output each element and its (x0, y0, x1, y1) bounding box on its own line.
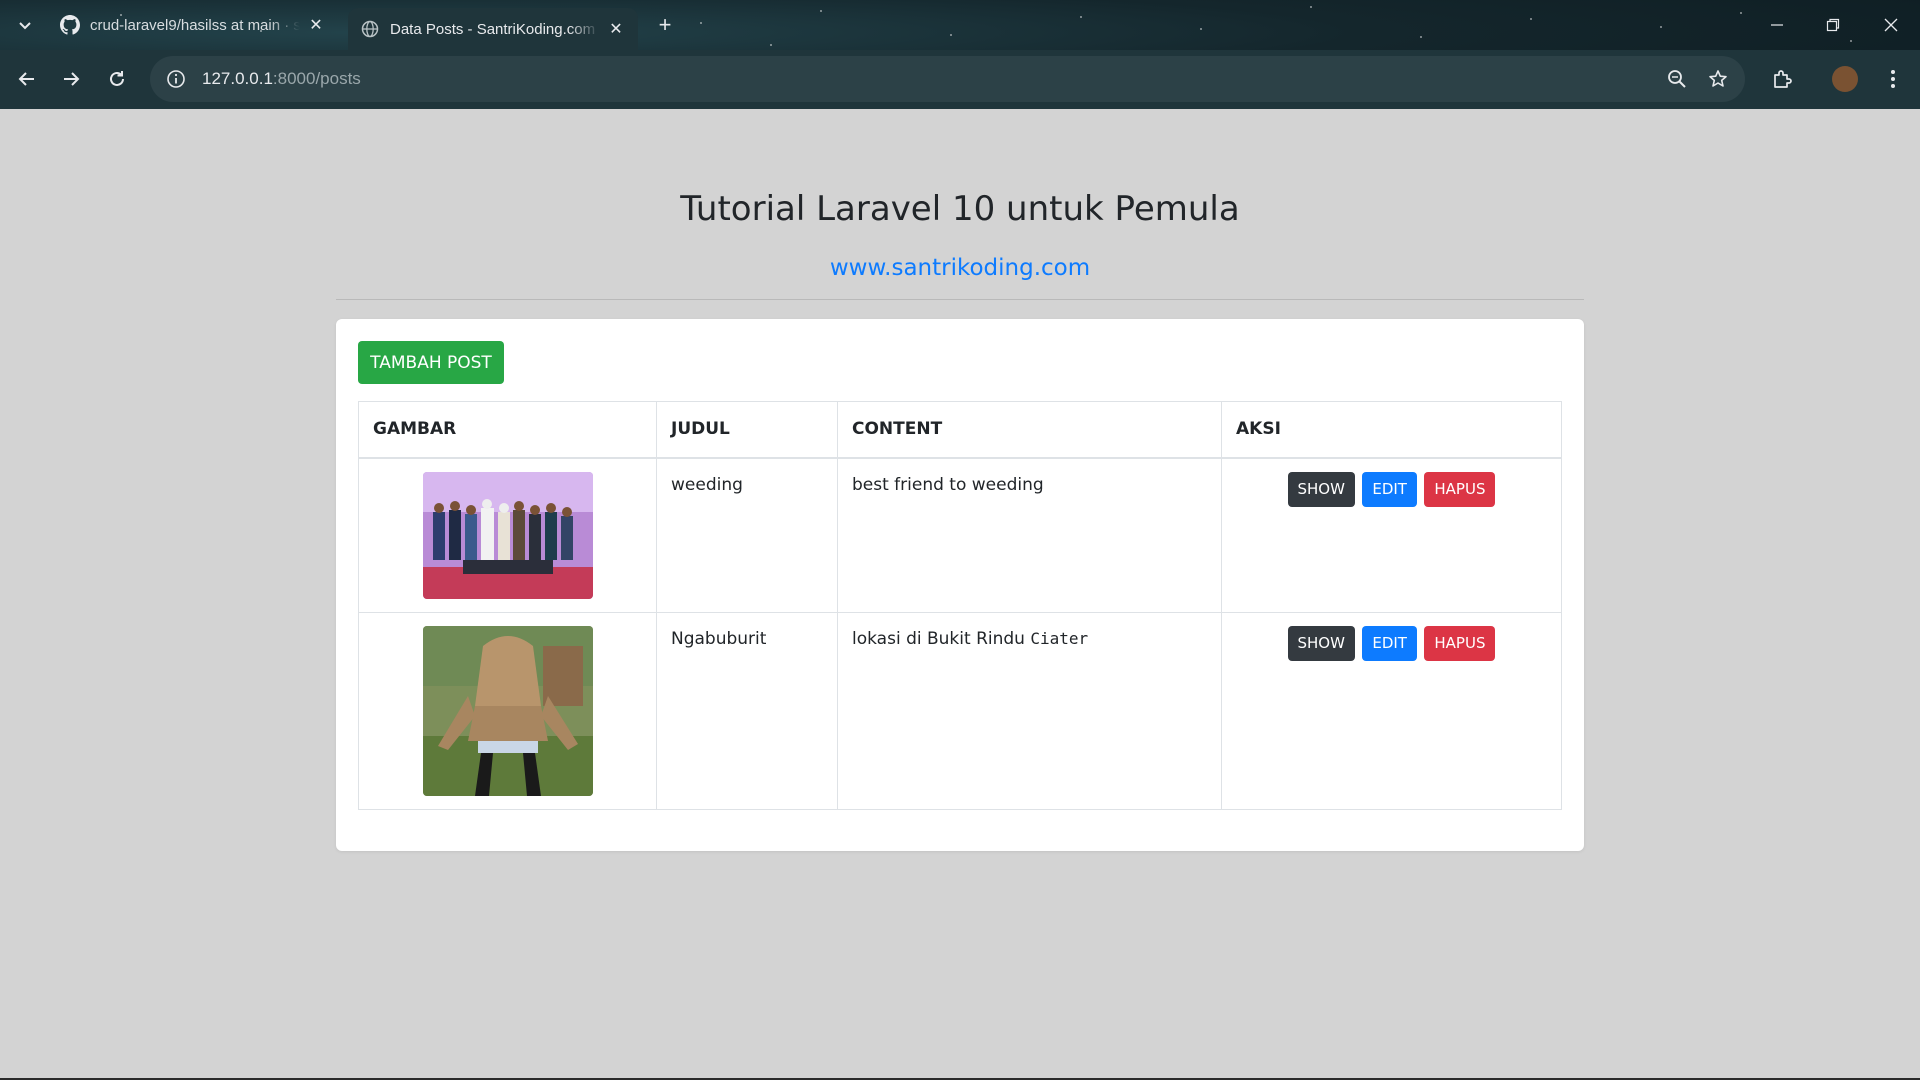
close-icon[interactable]: ✕ (606, 19, 626, 39)
column-header-aksi: AKSI (1221, 401, 1562, 459)
column-header-content: CONTENT (837, 401, 1222, 459)
column-header-gambar: GAMBAR (358, 401, 657, 459)
add-post-button[interactable]: TAMBAH POST (358, 341, 504, 384)
browser-chrome: crud-laravel9/hasilss at main · s ✕ Data… (0, 0, 1920, 109)
close-icon (1884, 18, 1898, 32)
restore-icon (1826, 18, 1840, 32)
post-image (422, 471, 593, 599)
judul-cell: Ngabuburit (656, 611, 838, 810)
posts-table: GAMBAR JUDUL CONTENT AKSI weeding best f… (358, 401, 1562, 810)
column-header-judul: JUDUL (656, 401, 838, 459)
plus-icon: + (658, 12, 672, 37)
arrow-left-icon (18, 72, 34, 86)
content-code: Ciater (1030, 628, 1089, 648)
puzzle-icon (1774, 70, 1792, 88)
page-content: Tutorial Laravel 10 untuk Pemula www.san… (0, 109, 1920, 1080)
posts-card: TAMBAH POST GAMBAR JUDUL CONTENT AKSI we… (336, 319, 1584, 851)
tab-github[interactable]: crud-laravel9/hasilss at main · s ✕ (48, 8, 338, 42)
actions-cell: SHOW EDIT HAPUS (1221, 457, 1562, 613)
forward-button[interactable] (56, 64, 86, 94)
content-text: lokasi di Bukit Rindu (852, 628, 1031, 649)
restore-button[interactable] (1816, 10, 1850, 40)
show-button[interactable]: SHOW (1287, 471, 1355, 507)
menu-button[interactable] (1878, 64, 1908, 94)
tab-data-posts[interactable]: Data Posts - SantriKoding.com ✕ (348, 8, 638, 50)
content-cell: lokasi di Bukit Rindu Ciater (837, 611, 1222, 810)
bookmark-star-icon[interactable] (1706, 67, 1730, 91)
post-image (422, 625, 593, 796)
tab-title: crud-laravel9/hasilss at main · s (90, 16, 300, 34)
url-text: 127.0.0.1:8000/posts (202, 69, 361, 89)
table-header-row: GAMBAR JUDUL CONTENT AKSI (358, 401, 1562, 459)
content-cell: best friend to weeding (837, 457, 1222, 613)
zoom-icon[interactable] (1665, 67, 1689, 91)
actions-cell: SHOW EDIT HAPUS (1221, 611, 1562, 810)
edit-button[interactable]: EDIT (1362, 625, 1417, 661)
judul-cell: weeding (656, 457, 838, 613)
tab-strip: crud-laravel9/hasilss at main · s ✕ Data… (0, 0, 1920, 50)
address-bar[interactable]: 127.0.0.1:8000/posts (150, 56, 1745, 102)
table-row: weeding best friend to weeding SHOW EDIT… (358, 457, 1562, 613)
close-icon[interactable]: ✕ (306, 15, 326, 35)
table-row: Ngabuburit lokasi di Bukit Rindu Ciater … (358, 611, 1562, 810)
hapus-button[interactable]: HAPUS (1424, 625, 1496, 661)
profile-avatar[interactable] (1832, 66, 1858, 92)
image-cell (358, 611, 657, 810)
close-window-button[interactable] (1874, 10, 1908, 40)
github-icon (60, 15, 80, 35)
reload-button[interactable] (102, 64, 132, 94)
content-text: best friend to weeding (852, 474, 1044, 495)
image-cell (358, 457, 657, 613)
divider (336, 299, 1584, 300)
url-host: 127.0.0.1 (202, 69, 273, 88)
minimize-button[interactable] (1760, 10, 1794, 40)
chevron-down-icon (19, 22, 31, 30)
hapus-button[interactable]: HAPUS (1424, 471, 1496, 507)
tab-title: Data Posts - SantriKoding.com (390, 20, 596, 38)
new-tab-button[interactable]: + (652, 12, 678, 38)
minimize-icon (1771, 24, 1783, 26)
more-vertical-icon (1891, 70, 1895, 88)
site-info-icon[interactable] (164, 67, 188, 91)
url-path: :8000/posts (272, 69, 361, 88)
reload-icon (110, 71, 124, 86)
tab-search-dropdown[interactable] (12, 12, 38, 38)
browser-toolbar: 127.0.0.1:8000/posts (0, 50, 1920, 109)
extensions-button[interactable] (1767, 64, 1797, 94)
arrow-right-icon (64, 72, 80, 86)
edit-button[interactable]: EDIT (1362, 471, 1417, 507)
show-button[interactable]: SHOW (1287, 625, 1355, 661)
site-link[interactable]: www.santrikoding.com (0, 255, 1920, 281)
globe-icon (360, 19, 380, 39)
page-title: Tutorial Laravel 10 untuk Pemula (680, 189, 1240, 229)
back-button[interactable] (12, 64, 42, 94)
